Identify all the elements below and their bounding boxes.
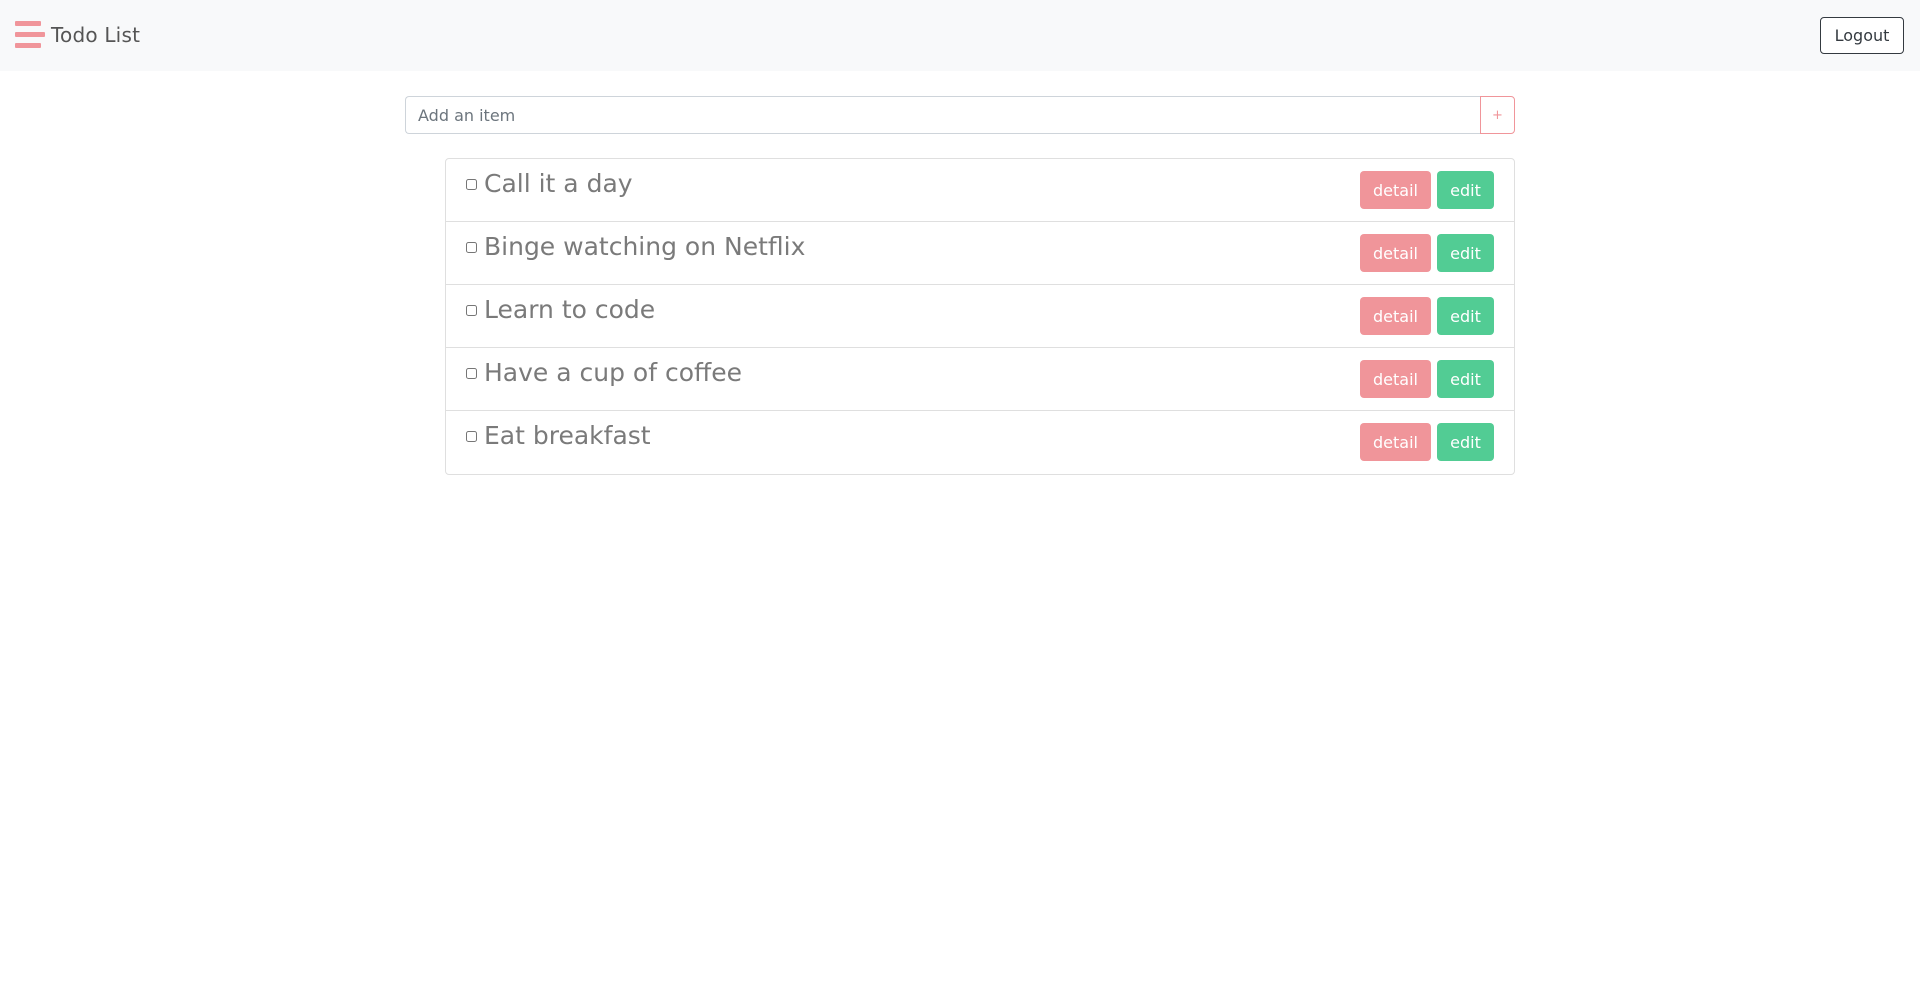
todo-checkbox[interactable] xyxy=(466,179,477,190)
logout-button[interactable]: Logout xyxy=(1820,17,1904,54)
todo-text: Binge watching on Netflix xyxy=(484,232,806,261)
todo-item: Binge watching on Netflix detail edit xyxy=(446,222,1514,285)
todo-text: Call it a day xyxy=(484,169,633,198)
todo-checkbox[interactable] xyxy=(466,431,477,442)
todo-item: Learn to code detail edit xyxy=(446,285,1514,348)
edit-button[interactable]: edit xyxy=(1437,297,1494,335)
edit-button[interactable]: edit xyxy=(1437,423,1494,461)
todo-actions: detail edit xyxy=(1360,297,1494,335)
todo-text: Learn to code xyxy=(484,295,656,324)
todo-item: Eat breakfast detail edit xyxy=(446,411,1514,474)
detail-button[interactable]: detail xyxy=(1360,234,1431,272)
add-item-input[interactable] xyxy=(405,96,1480,134)
todo-list: Call it a day detail edit Binge watching… xyxy=(445,158,1515,475)
edit-button[interactable]: edit xyxy=(1437,360,1494,398)
add-item-button[interactable]: + xyxy=(1480,96,1515,134)
todo-item: Have a cup of coffee detail edit xyxy=(446,348,1514,411)
todo-item: Call it a day detail edit xyxy=(446,159,1514,222)
brand[interactable]: Todo List xyxy=(15,20,140,50)
edit-button[interactable]: edit xyxy=(1437,234,1494,272)
todo-actions: detail edit xyxy=(1360,423,1494,461)
todo-checkbox[interactable] xyxy=(466,305,477,316)
edit-button[interactable]: edit xyxy=(1437,171,1494,209)
todo-checkbox[interactable] xyxy=(466,242,477,253)
detail-button[interactable]: detail xyxy=(1360,423,1431,461)
menu-bars-icon xyxy=(15,21,45,48)
todo-text: Have a cup of coffee xyxy=(484,358,742,387)
navbar: Todo List Logout xyxy=(0,0,1920,71)
todo-actions: detail edit xyxy=(1360,171,1494,209)
app-title: Todo List xyxy=(51,23,141,47)
todo-checkbox[interactable] xyxy=(466,368,477,379)
todo-text: Eat breakfast xyxy=(484,421,651,450)
todo-actions: detail edit xyxy=(1360,360,1494,398)
detail-button[interactable]: detail xyxy=(1360,360,1431,398)
detail-button[interactable]: detail xyxy=(1360,297,1431,335)
detail-button[interactable]: detail xyxy=(1360,171,1431,209)
todo-actions: detail edit xyxy=(1360,234,1494,272)
add-item-form: + xyxy=(405,96,1515,134)
